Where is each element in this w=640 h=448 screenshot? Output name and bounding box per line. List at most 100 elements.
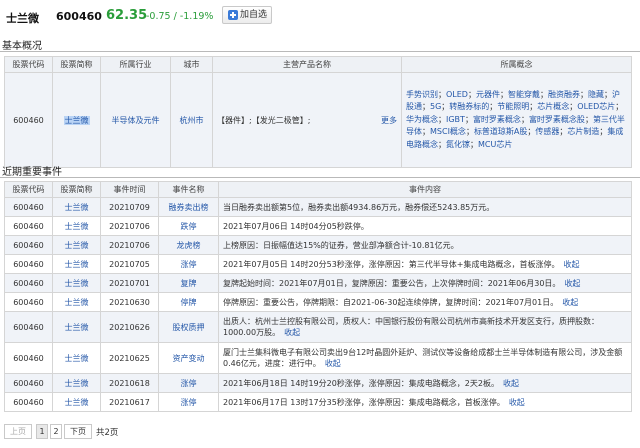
basic-header-cell: 所属概念: [401, 56, 632, 73]
city-link[interactable]: 杭州市: [170, 72, 213, 168]
concept-link[interactable]: 华为概念: [406, 115, 438, 124]
basic-short-name-link[interactable]: 士兰微: [63, 115, 90, 125]
event-code: 600460: [4, 392, 53, 412]
collapse-link[interactable]: 收起: [284, 328, 300, 337]
events-header-cell: 股票代码: [4, 181, 53, 198]
concept-link[interactable]: 手势识别: [406, 90, 438, 99]
event-name-link[interactable]: 涨停: [158, 373, 219, 393]
event-stock-link[interactable]: 士兰微: [52, 254, 101, 274]
concept-link[interactable]: 传感器: [535, 127, 559, 136]
next-page-button[interactable]: 下页: [64, 424, 92, 439]
event-row: 600460 士兰微 20210630 停牌 停牌原因：重要公告，停牌期限：自2021-…: [4, 292, 632, 312]
concept-link[interactable]: MSCI概念: [430, 127, 466, 136]
concept-link[interactable]: 元器件: [476, 90, 500, 99]
concept-link[interactable]: OLED: [446, 90, 468, 99]
basic-header-cell: 股票代码: [4, 56, 53, 73]
concept-link[interactable]: 富时罗素概念股: [529, 115, 585, 124]
event-stock-link[interactable]: 士兰微: [52, 216, 101, 236]
basic-section-title: 基本概况: [2, 41, 42, 52]
collapse-link[interactable]: 收起: [509, 398, 525, 407]
concept-link[interactable]: MCU芯片: [478, 140, 512, 149]
concept-separator: ；: [603, 89, 612, 99]
event-content-cell: 复牌起始时间：2021年07月01日，复牌原因：重要公告，上次停牌时间：2021…: [218, 273, 632, 293]
add-favorite-button[interactable]: 加自选: [222, 6, 272, 24]
basic-header-cell: 股票简称: [52, 56, 101, 73]
concept-link[interactable]: 节能照明: [497, 102, 529, 111]
prev-page-button[interactable]: 上页: [4, 424, 32, 439]
basic-header-cell: 主营产品名称: [212, 56, 402, 73]
events-section-title: 近期重要事件: [2, 167, 62, 178]
event-date: 20210630: [100, 292, 159, 312]
page-1-button[interactable]: 1: [36, 424, 48, 439]
basic-header-cell: 所属行业: [100, 56, 171, 73]
event-stock-link[interactable]: 士兰微: [52, 392, 101, 412]
concept-link[interactable]: 芯片制造: [567, 127, 599, 136]
events-header-cell: 事件名称: [158, 181, 219, 198]
event-stock-link[interactable]: 士兰微: [52, 273, 101, 293]
concept-link[interactable]: 智能穿戴: [508, 90, 540, 99]
event-stock-link[interactable]: 士兰微: [52, 373, 101, 393]
event-date: 20210618: [100, 373, 159, 393]
event-content-cell: 2021年06月17日 13时17分35秒涨停，涨停原因：集成电路概念，首板涨停…: [218, 392, 632, 412]
event-stock-link[interactable]: 士兰微: [52, 342, 101, 374]
collapse-link[interactable]: 收起: [325, 359, 341, 368]
event-content: 停牌原因：重要公告，停牌期限：自2021-06-30起连续停牌，复牌时间：202…: [223, 297, 559, 307]
concept-link[interactable]: IGBT: [446, 115, 465, 124]
events-header-cell: 事件时间: [100, 181, 159, 198]
concept-link[interactable]: OLED芯片: [577, 102, 615, 111]
concept-separator: ；: [422, 102, 430, 112]
event-row: 600460 士兰微 20210709 融券卖出榜 当日融券卖出额第5位，融券卖出额49…: [4, 197, 632, 217]
event-content: 2021年06月18日 14时19分20秒涨停，涨停原因：集成电路概念，2天2板…: [223, 378, 499, 388]
concept-link[interactable]: 5G: [430, 102, 441, 111]
event-name-link[interactable]: 涨停: [158, 254, 219, 274]
page-2-button[interactable]: 2: [50, 424, 62, 439]
event-content: 上榜原因：日振幅值达15%的证券，营业部净额合计-10.81亿元。: [223, 240, 459, 250]
event-content-cell: 厦门士兰集科微电子有限公司卖出9台12吋晶圆外延炉、测试仪等设备给成都士兰半导体…: [218, 342, 632, 374]
stock-name: 士兰微: [6, 12, 39, 25]
collapse-link[interactable]: 收起: [562, 298, 578, 307]
event-content: 当日融券卖出额第5位，融券卖出额4934.86万元，融券偿还5243.85万元。: [223, 202, 495, 212]
event-content-cell: 停牌原因：重要公告，停牌期限：自2021-06-30起连续停牌，复牌时间：202…: [218, 292, 632, 312]
event-name-link[interactable]: 复牌: [158, 273, 219, 293]
event-stock-link[interactable]: 士兰微: [52, 235, 101, 255]
concept-link[interactable]: 标普道琼斯A股: [474, 127, 527, 136]
event-name-link[interactable]: 股权质押: [158, 311, 219, 343]
concept-link[interactable]: 转融券标的: [449, 102, 489, 111]
event-name-link[interactable]: 停牌: [158, 292, 219, 312]
event-name-link[interactable]: 龙虎榜: [158, 235, 219, 255]
concept-link[interactable]: 融资融券: [548, 90, 580, 99]
concept-separator: ；: [438, 89, 446, 99]
stock-header: 士兰微 600460 62.35 -0.75 / -1.19% 加自选: [0, 0, 640, 34]
event-name-link[interactable]: 融券卖出榜: [158, 197, 219, 217]
concept-separator: ；: [499, 89, 508, 99]
event-date: 20210701: [100, 273, 159, 293]
concept-separator: ；: [615, 102, 624, 112]
event-stock-link[interactable]: 士兰微: [52, 311, 101, 343]
divider: [0, 177, 640, 178]
concept-separator: ；: [438, 139, 446, 149]
more-link[interactable]: 更多: [381, 115, 397, 126]
event-content-cell: 2021年07月05日 14时20分53秒涨停，涨停原因：第三代半导体+集成电路…: [218, 254, 632, 274]
event-row: 600460 士兰微 20210701 复牌 复牌起始时间：2021年07月01日，复牌…: [4, 273, 632, 293]
concept-separator: ；: [579, 89, 588, 99]
event-row: 600460 士兰微 20210618 涨停 2021年06月18日 14时19分20秒…: [4, 373, 632, 393]
event-name-link[interactable]: 跌停: [158, 216, 219, 236]
events-table: 股票代码 股票简称 事件时间 事件名称 事件内容 600460 士兰微 202107…: [4, 181, 632, 412]
concept-separator: ；: [464, 114, 473, 124]
concept-link[interactable]: 芯片概念: [537, 102, 569, 111]
collapse-link[interactable]: 收起: [503, 379, 519, 388]
event-name-link[interactable]: 涨停: [158, 392, 219, 412]
event-name-link[interactable]: 资产变动: [158, 342, 219, 374]
concept-link[interactable]: 氮化镓: [446, 140, 470, 149]
concept-link[interactable]: 隐藏: [588, 90, 604, 99]
event-content-cell: 当日融券卖出额第5位，融券卖出额4934.86万元，融券偿还5243.85万元。: [218, 197, 632, 217]
stock-code: 600460: [56, 10, 102, 23]
concept-link[interactable]: 富时罗素概念: [473, 115, 521, 124]
industry-link[interactable]: 半导体及元件: [100, 72, 171, 168]
event-stock-link[interactable]: 士兰微: [52, 197, 101, 217]
collapse-link[interactable]: 收起: [564, 279, 580, 288]
event-content: 复牌起始时间：2021年07月01日，复牌原因：重要公告，上次停牌时间：2021…: [223, 278, 561, 288]
collapse-link[interactable]: 收起: [564, 260, 580, 269]
event-stock-link[interactable]: 士兰微: [52, 292, 101, 312]
event-content: 2021年07月05日 14时20分53秒涨停，涨停原因：第三代半导体+集成电路…: [223, 259, 560, 269]
